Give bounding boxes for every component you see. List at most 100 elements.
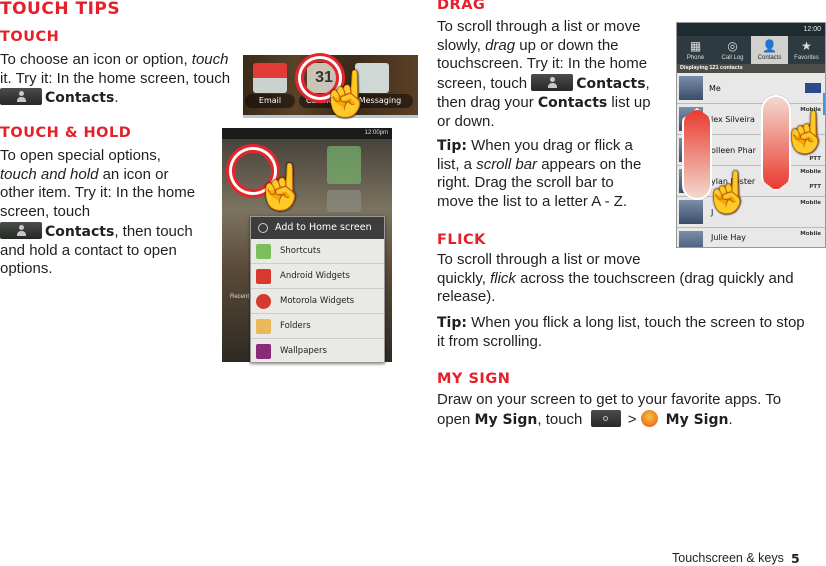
call-log-icon: ◎ xyxy=(727,39,738,53)
contact-row[interactable]: Me xyxy=(677,73,825,104)
menu-icon xyxy=(258,223,268,233)
page-title: Touch tips xyxy=(0,0,121,19)
star-icon: ★ xyxy=(801,39,812,53)
contact-count: Displaying 121 contacts xyxy=(677,64,825,73)
flick-paragraph: To scroll through a list or move quickly… xyxy=(437,251,794,307)
text: slowly, xyxy=(437,36,486,54)
touch-hold-paragraph: To open special options, touch and hold … xyxy=(0,147,195,279)
text: , touch xyxy=(537,410,587,428)
phone-type: Mobile xyxy=(800,231,821,237)
phone-type: Mobile xyxy=(800,200,821,206)
my-sign-heading: My Sign xyxy=(437,371,511,387)
tab-call-log[interactable]: ◎ Call Log xyxy=(714,36,751,64)
text-italic: touch xyxy=(191,51,229,68)
home-apps-figure: Email 31 Calendar Messaging ☝ xyxy=(243,55,418,118)
menu-title: Add to Home screen xyxy=(251,217,384,239)
text: quickly, xyxy=(437,269,491,287)
widget-icon xyxy=(327,190,361,212)
email-app-icon xyxy=(253,63,287,93)
label: Wallpapers xyxy=(280,346,327,356)
contact-row[interactable]: Julie Hay Mobile xyxy=(677,228,825,247)
label: Favorites xyxy=(794,55,819,61)
text: To scroll through a list or move xyxy=(437,18,641,35)
text: then drag your xyxy=(437,93,538,111)
menu-item-motorola-widgets[interactable]: Motorola Widgets xyxy=(251,289,384,314)
text-italic: drag xyxy=(485,36,516,54)
label: Motorola Widgets xyxy=(280,296,355,306)
text: , xyxy=(645,75,650,93)
text-bold: Contacts xyxy=(576,76,646,93)
separator: > xyxy=(627,410,637,428)
text-bold: My Sign xyxy=(474,411,538,428)
drag-paragraph: To scroll through a list or move slowly,… xyxy=(437,18,651,131)
add-to-home-menu: Add to Home screen Shortcuts Android Wid… xyxy=(250,216,385,363)
text-bold: Contacts xyxy=(45,223,115,240)
text: or down. xyxy=(437,112,495,130)
contact-card-icon xyxy=(805,83,821,93)
menu-item-wallpapers[interactable]: Wallpapers xyxy=(251,339,384,364)
text: release). xyxy=(437,288,496,306)
status-bar: 12:00 xyxy=(677,23,825,36)
dialpad-icon: ▦ xyxy=(689,39,702,53)
recent-label: Recent xyxy=(230,294,250,300)
contacts-key-icon xyxy=(0,221,42,239)
tab-contacts[interactable]: 👤 Contacts xyxy=(751,36,788,64)
text-bold: My Sign xyxy=(665,411,729,428)
contacts-key-icon xyxy=(531,74,574,92)
menu-key-icon xyxy=(590,409,621,427)
text: list up xyxy=(607,93,651,111)
tab-favorites[interactable]: ★ Favorites xyxy=(788,36,825,64)
menu-item-folders[interactable]: Folders xyxy=(251,314,384,339)
flick-heading: Flick xyxy=(437,232,486,248)
text: To open special options, xyxy=(0,147,161,164)
contacts-key-icon xyxy=(0,88,42,106)
pointing-hand-icon: ☝ xyxy=(254,163,309,212)
menu-item-shortcuts[interactable]: Shortcuts xyxy=(251,239,384,264)
tip-label: Tip: xyxy=(437,315,467,331)
text: screen, touch xyxy=(0,203,91,221)
label: Shortcuts xyxy=(280,246,321,256)
status-bar: 12:00pm xyxy=(222,128,392,139)
footer-section: Touchscreen & keys xyxy=(672,551,784,565)
text: . xyxy=(728,410,733,428)
drag-tip: Tip: When you drag or flick a list, a sc… xyxy=(437,137,641,212)
text-bold: Contacts xyxy=(537,94,608,111)
email-label: Email xyxy=(245,94,295,108)
wifi-widget-icon xyxy=(327,146,361,184)
avatar xyxy=(679,200,703,224)
contact-name: olleen Phar xyxy=(711,146,756,155)
avatar xyxy=(679,76,703,100)
tip-label: Tip: xyxy=(437,138,467,154)
text: an icon or xyxy=(98,165,169,183)
text: To scroll through a list or move xyxy=(437,251,641,268)
text-bold: Contacts xyxy=(45,90,115,107)
pointing-hand-icon: ☝ xyxy=(703,171,753,215)
contact-name: Me xyxy=(709,84,721,93)
text: up or down the xyxy=(515,36,619,54)
text: Draw on your screen to get to your favor… xyxy=(437,391,782,408)
text: open xyxy=(437,410,475,428)
text: move the list to a letter A - Z. xyxy=(437,193,628,211)
my-sign-app-icon xyxy=(640,409,658,427)
text: other item. Try it: In the home xyxy=(0,184,196,202)
page-number: 5 xyxy=(791,551,800,566)
phone-type: PTT xyxy=(809,184,821,190)
tab-phone[interactable]: ▦ Phone xyxy=(677,36,714,64)
menu-item-android-widgets[interactable]: Android Widgets xyxy=(251,264,384,289)
contacts-screen-figure: 12:00 ▦ Phone ◎ Call Log 👤 Contacts ★ Favori… xyxy=(676,22,826,248)
text: . xyxy=(114,89,119,107)
shortcut-icon xyxy=(256,244,271,259)
label: Folders xyxy=(280,321,311,331)
touch-hold-heading: Touch & hold xyxy=(0,125,132,141)
text: right. Drag the scroll bar to xyxy=(437,174,614,192)
text: , then touch xyxy=(114,222,193,240)
text: To choose an icon or option, xyxy=(0,51,192,68)
my-sign-paragraph: Draw on your screen to get to your favor… xyxy=(437,391,781,429)
label: Call Log xyxy=(721,55,744,61)
text: When you flick a long list, touch the sc… xyxy=(466,314,805,331)
contact-name: Julie Hay xyxy=(711,233,746,242)
touch-heading: Touch xyxy=(0,29,60,45)
text: screen, touch xyxy=(437,75,532,93)
touch-paragraph: To choose an icon or option, touch it. T… xyxy=(0,51,230,108)
text: it. Try it: In the home screen, touch xyxy=(0,69,231,87)
